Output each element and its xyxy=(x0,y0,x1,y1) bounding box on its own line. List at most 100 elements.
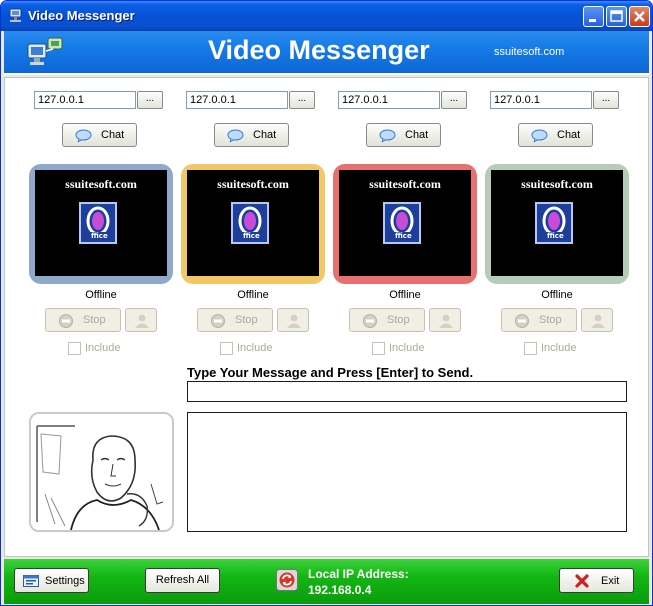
svg-text:ffice: ffice xyxy=(243,232,260,240)
app-title: Video Messenger xyxy=(208,35,430,65)
exit-button[interactable]: Exit xyxy=(559,568,634,593)
include-checkbox-box[interactable] xyxy=(68,342,81,355)
include-label: Include xyxy=(541,342,577,354)
peer-chat-button[interactable]: Chat xyxy=(366,123,441,147)
speech-bubble-icon xyxy=(75,129,92,142)
video-site-label: ssuitesoft.com xyxy=(521,177,593,191)
message-prompt: Type Your Message and Press [Enter] to S… xyxy=(187,365,474,380)
peer-stop-button[interactable]: Stop xyxy=(45,308,121,332)
user-icon xyxy=(591,314,605,328)
settings-button[interactable]: Settings xyxy=(14,568,89,593)
minimize-icon xyxy=(589,19,596,22)
network-computer-icon xyxy=(27,37,63,65)
user-icon xyxy=(439,314,453,328)
peer-video-screen: ssuitesoft.com ffice xyxy=(491,170,623,276)
chat-button-label: Chat xyxy=(253,129,277,141)
peer-record-button[interactable] xyxy=(277,308,309,332)
peer-video-screen: ssuitesoft.com ffice xyxy=(339,170,471,276)
peer-status: Offline xyxy=(85,289,117,301)
peer-video-frame: ssuitesoft.com ffice xyxy=(181,164,325,284)
office-logo-icon: ffice xyxy=(535,202,573,244)
app-header: Video Messenger ssuitesoft.com xyxy=(4,31,649,75)
message-input[interactable] xyxy=(187,381,627,402)
local-webcam-preview xyxy=(29,412,174,532)
site-label: ssuitesoft.com xyxy=(494,46,565,58)
maximize-icon xyxy=(610,10,623,22)
window-title: Video Messenger xyxy=(28,8,135,23)
svg-text:ffice: ffice xyxy=(547,232,564,240)
peer-browse-button[interactable]: ... xyxy=(137,91,163,109)
user-sketch-image xyxy=(31,414,172,530)
chat-button-label: Chat xyxy=(405,129,429,141)
chat-button-label: Chat xyxy=(101,129,125,141)
video-site-label: ssuitesoft.com xyxy=(217,177,289,191)
refresh-all-button[interactable]: Refresh All xyxy=(145,568,220,593)
local-ip-value: 192.168.0.4 xyxy=(308,583,372,597)
office-logo-icon: ffice xyxy=(383,202,421,244)
include-label: Include xyxy=(237,342,273,354)
peer-browse-button[interactable]: ... xyxy=(593,91,619,109)
peer-video-frame: ssuitesoft.com ffice xyxy=(485,164,629,284)
include-checkbox-box[interactable] xyxy=(220,342,233,355)
peer-video-screen: ssuitesoft.com ffice xyxy=(187,170,319,276)
speech-bubble-icon xyxy=(227,129,244,142)
peer-ip-input[interactable]: 127.0.0.1 xyxy=(186,91,288,109)
peer-ip-input[interactable]: 127.0.0.1 xyxy=(34,91,136,109)
user-icon xyxy=(135,314,149,328)
chat-button-label: Chat xyxy=(557,129,581,141)
title-bar[interactable]: Video Messenger xyxy=(1,1,652,31)
stop-icon xyxy=(515,314,529,328)
settings-icon xyxy=(23,575,39,587)
office-logo-icon: ffice xyxy=(231,202,269,244)
include-checkbox-box[interactable] xyxy=(524,342,537,355)
peer-status: Offline xyxy=(237,289,269,301)
include-label: Include xyxy=(389,342,425,354)
main-panel: 127.0.0.1 ... Chat ssuitesoft.com ffice … xyxy=(4,77,649,557)
local-ip-label: Local IP Address: xyxy=(308,567,409,581)
close-icon xyxy=(634,11,645,22)
peer-record-button[interactable] xyxy=(581,308,613,332)
peer-ip-input[interactable]: 127.0.0.1 xyxy=(490,91,592,109)
video-site-label: ssuitesoft.com xyxy=(369,177,441,191)
app-window: Video Messenger Video Messenger ssuiteso… xyxy=(0,0,653,606)
peer-ip-input[interactable]: 127.0.0.1 xyxy=(338,91,440,109)
network-computer-icon xyxy=(9,8,22,22)
peer-record-button[interactable] xyxy=(125,308,157,332)
footer-bar: Settings Refresh All Local IP Address: 1… xyxy=(4,559,649,604)
close-x-icon xyxy=(575,574,589,588)
close-button[interactable] xyxy=(629,6,650,27)
stop-icon xyxy=(59,314,73,328)
peer-video-screen: ssuitesoft.com ffice xyxy=(35,170,167,276)
peer-chat-button[interactable]: Chat xyxy=(62,123,137,147)
peer-stop-button[interactable]: Stop xyxy=(501,308,577,332)
include-checkbox-box[interactable] xyxy=(372,342,385,355)
peer-browse-button[interactable]: ... xyxy=(289,91,315,109)
peer-browse-button[interactable]: ... xyxy=(441,91,467,109)
message-log[interactable] xyxy=(187,412,627,532)
maximize-button[interactable] xyxy=(606,6,627,27)
include-label: Include xyxy=(85,342,121,354)
minimize-button[interactable] xyxy=(583,6,604,27)
settings-button-label: Settings xyxy=(45,575,85,587)
user-icon xyxy=(287,314,301,328)
stop-button-label: Stop xyxy=(539,314,562,326)
peer-stop-button[interactable]: Stop xyxy=(197,308,273,332)
speech-bubble-icon xyxy=(531,129,548,142)
peer-chat-button[interactable]: Chat xyxy=(518,123,593,147)
exit-button-label: Exit xyxy=(601,575,620,587)
office-logo-icon: ffice xyxy=(79,202,117,244)
peer-chat-button[interactable]: Chat xyxy=(214,123,289,147)
stop-button-label: Stop xyxy=(235,314,258,326)
stop-icon xyxy=(363,314,377,328)
peer-stop-button[interactable]: Stop xyxy=(349,308,425,332)
refresh-network-icon xyxy=(276,569,298,591)
peer-status: Offline xyxy=(541,289,573,301)
svg-text:ffice: ffice xyxy=(395,232,412,240)
svg-text:ffice: ffice xyxy=(91,232,108,240)
peer-video-frame: ssuitesoft.com ffice xyxy=(29,164,173,284)
stop-button-label: Stop xyxy=(83,314,106,326)
peer-record-button[interactable] xyxy=(429,308,461,332)
speech-bubble-icon xyxy=(379,129,396,142)
peer-video-frame: ssuitesoft.com ffice xyxy=(333,164,477,284)
stop-icon xyxy=(211,314,225,328)
